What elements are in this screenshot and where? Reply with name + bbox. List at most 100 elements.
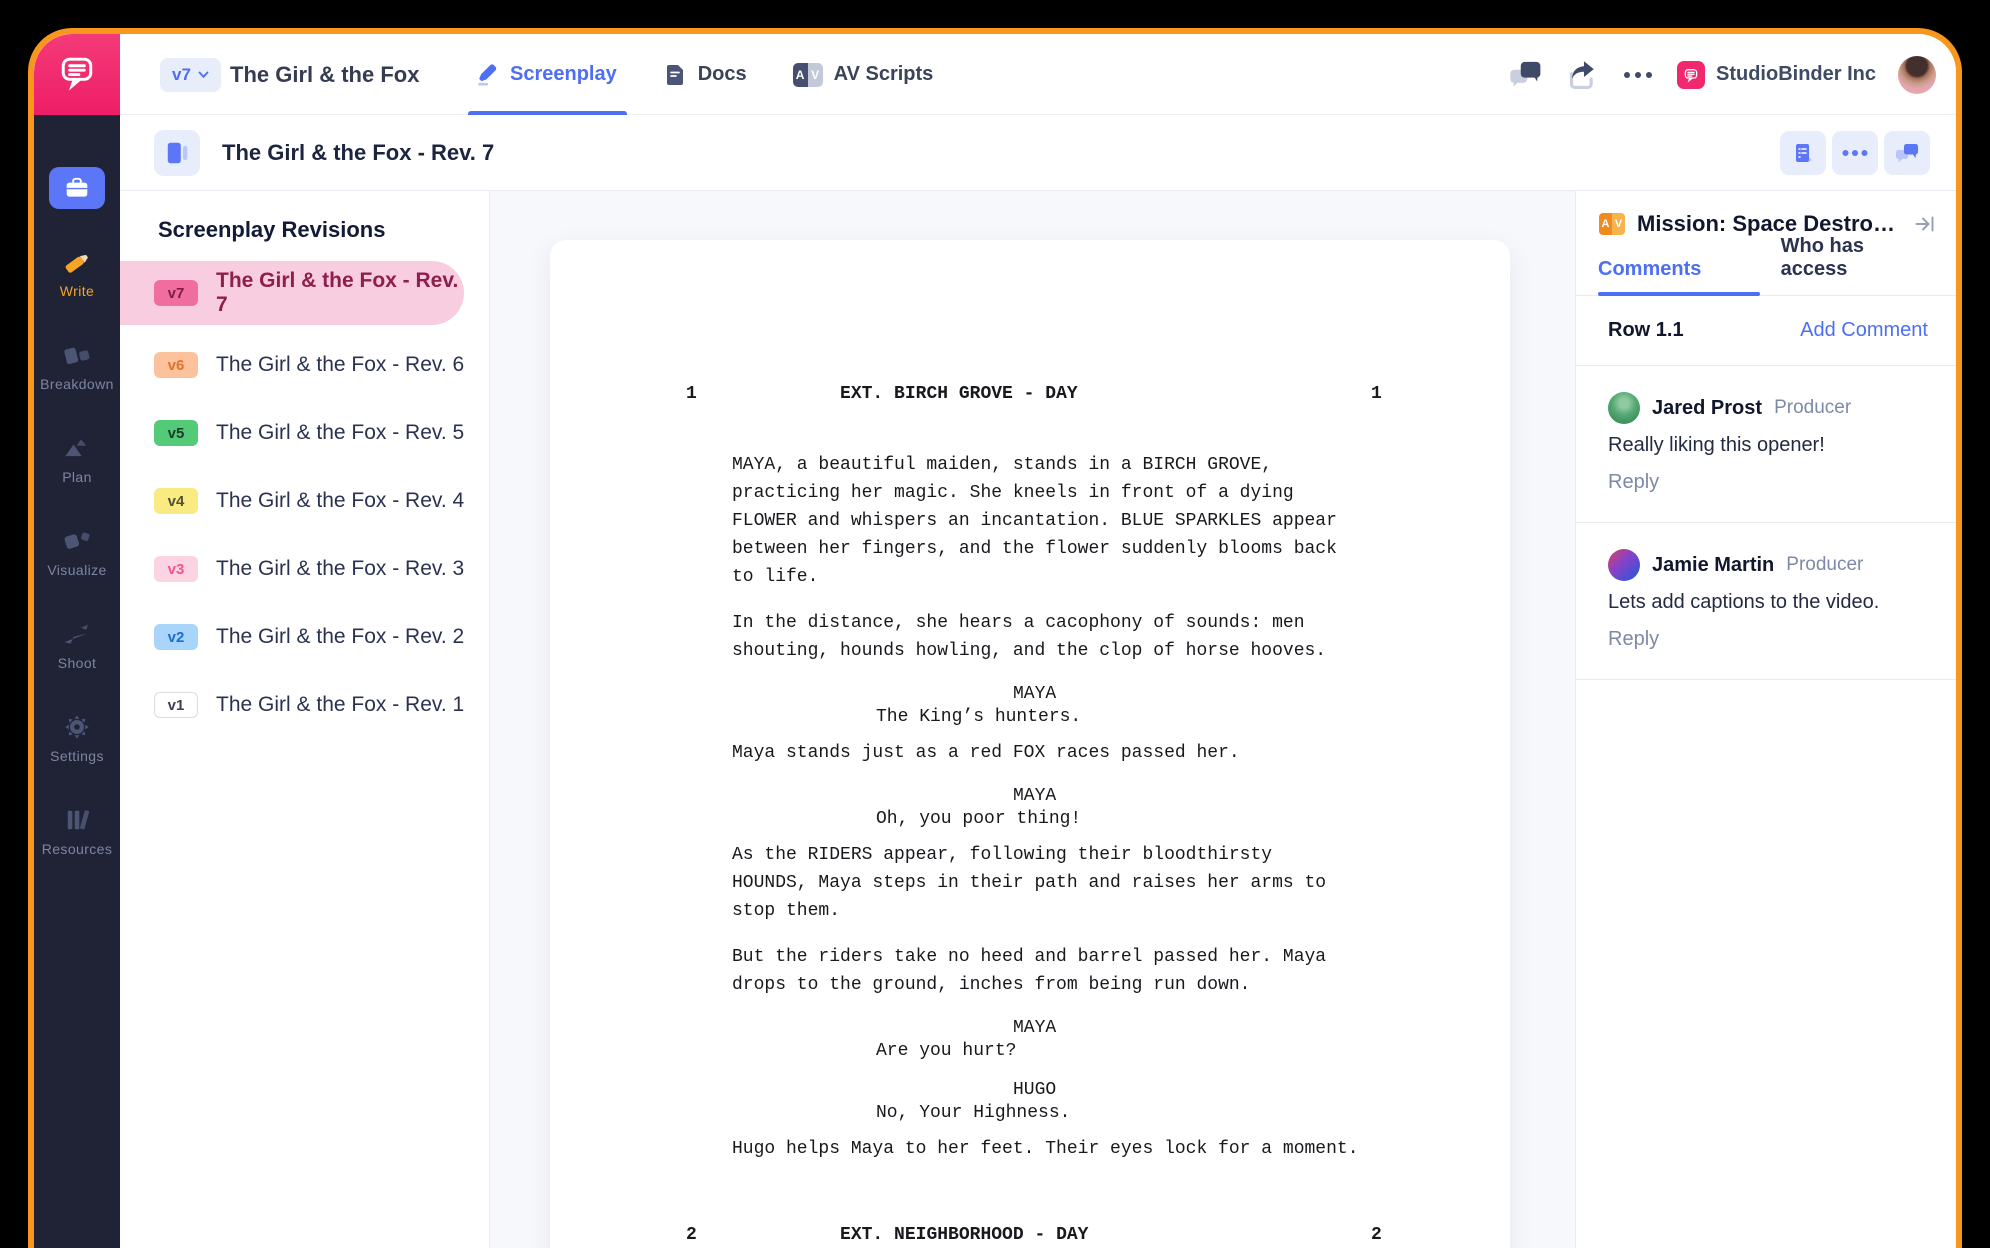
organization-switcher[interactable]: StudioBinder Inc bbox=[1677, 61, 1876, 89]
report-button[interactable] bbox=[1780, 131, 1826, 175]
version-dropdown-label: v7 bbox=[172, 65, 191, 85]
action-paragraph: As the RIDERS appear, following their bl… bbox=[732, 841, 1412, 925]
action-paragraph: But the riders take no heed and barrel p… bbox=[732, 943, 1412, 999]
revision-badge: v6 bbox=[154, 352, 198, 378]
chevron-down-icon bbox=[198, 71, 209, 79]
action-paragraph: MAYA, a beautiful maiden, stands in a BI… bbox=[732, 451, 1412, 591]
studiobinder-org-icon bbox=[1677, 61, 1705, 89]
sidebar-item-write[interactable]: Write bbox=[34, 227, 120, 320]
project-button[interactable] bbox=[49, 167, 105, 209]
sidebar-item-breakdown[interactable]: Breakdown bbox=[34, 320, 120, 413]
more-options-button[interactable] bbox=[1832, 131, 1878, 175]
app-window: v7 The Girl & the Fox Screenplay Docs bbox=[28, 28, 1962, 1248]
dialogue-block: HUGO No, Your Highness. bbox=[732, 1079, 1412, 1125]
briefcase-icon bbox=[64, 176, 90, 200]
scene-number-left: 1 bbox=[686, 380, 697, 408]
tab-screenplay[interactable]: Screenplay bbox=[474, 34, 617, 115]
revision-badge: v3 bbox=[154, 556, 198, 582]
revision-item-v2[interactable]: v2 The Girl & the Fox - Rev. 2 bbox=[120, 603, 489, 671]
revision-item-v4[interactable]: v4 The Girl & the Fox - Rev. 4 bbox=[120, 467, 489, 535]
document-toolbar: The Girl & the Fox - Rev. 7 bbox=[120, 115, 1956, 191]
sidebar-item-resources[interactable]: Resources bbox=[34, 785, 120, 878]
tab-who-has-access[interactable]: Who has access bbox=[1781, 235, 1934, 295]
document-type-icon bbox=[154, 130, 200, 176]
sidebar-item-plan[interactable]: Plan bbox=[34, 413, 120, 506]
shoot-plane-icon bbox=[62, 620, 92, 648]
revisions-list: v7 The Girl & the Fox - Rev. 7 v6 The Gi… bbox=[120, 261, 489, 739]
commenter-name: Jamie Martin bbox=[1652, 554, 1774, 577]
commenter-role: Producer bbox=[1774, 397, 1851, 419]
tab-docs[interactable]: Docs bbox=[663, 34, 747, 115]
comment-item: Jared Prost Producer Really liking this … bbox=[1576, 366, 1956, 523]
revisions-header: Screenplay Revisions bbox=[120, 191, 489, 259]
plan-mountain-icon bbox=[62, 434, 92, 462]
pencil-icon bbox=[474, 62, 499, 87]
dialogue-line: The King’s hunters. bbox=[876, 706, 1412, 729]
dialogue-line: Are you hurt? bbox=[876, 1040, 1412, 1063]
chat-bubbles-icon bbox=[1894, 141, 1920, 165]
visualize-shapes-icon bbox=[62, 527, 92, 555]
organization-name: StudioBinder Inc bbox=[1716, 63, 1876, 86]
sidebar-item-visualize[interactable]: Visualize bbox=[34, 506, 120, 599]
breakdown-tags-icon bbox=[62, 341, 92, 369]
scene-number-left: 2 bbox=[686, 1221, 697, 1248]
editor-area: 1EXT. BIRCH GROVE - DAY1 MAYA, a beautif… bbox=[490, 191, 1575, 1248]
sidebar-item-settings[interactable]: Settings bbox=[34, 692, 120, 785]
commenter-avatar bbox=[1608, 549, 1640, 581]
reply-link[interactable]: Reply bbox=[1608, 628, 1928, 651]
revision-badge: v7 bbox=[154, 280, 198, 306]
character-cue: HUGO bbox=[1013, 1079, 1412, 1102]
screenplay-page[interactable]: 1EXT. BIRCH GROVE - DAY1 MAYA, a beautif… bbox=[550, 240, 1510, 1248]
revision-item-v1[interactable]: v1 The Girl & the Fox - Rev. 1 bbox=[120, 671, 489, 739]
reply-link[interactable]: Reply bbox=[1608, 471, 1928, 494]
speech-bubble-logo-icon bbox=[55, 50, 99, 99]
resources-books-icon bbox=[62, 806, 92, 834]
dialogue-line: Oh, you poor thing! bbox=[876, 808, 1412, 831]
panel-tabs: Comments Who has access bbox=[1576, 250, 1956, 296]
av-icon: A V bbox=[793, 63, 823, 87]
revision-item-v3[interactable]: v3 The Girl & the Fox - Rev. 3 bbox=[120, 535, 489, 603]
version-dropdown[interactable]: v7 bbox=[160, 58, 221, 92]
document-title: The Girl & the Fox - Rev. 7 bbox=[222, 115, 494, 191]
character-cue: MAYA bbox=[1013, 785, 1412, 808]
action-paragraph: In the distance, she hears a cacophony o… bbox=[732, 609, 1412, 665]
more-icon[interactable] bbox=[1621, 58, 1655, 92]
tab-av-scripts[interactable]: A V AV Scripts bbox=[793, 34, 934, 115]
dialogue-block: MAYA Are you hurt? bbox=[732, 1017, 1412, 1063]
commenter-name: Jared Prost bbox=[1652, 397, 1762, 420]
more-icon bbox=[1842, 149, 1868, 157]
user-avatar[interactable] bbox=[1898, 56, 1936, 94]
collapse-panel-icon[interactable] bbox=[1914, 214, 1936, 234]
commenter-avatar bbox=[1608, 392, 1640, 424]
action-paragraph: Hugo helps Maya to her feet. Their eyes … bbox=[732, 1135, 1412, 1163]
character-cue: MAYA bbox=[1013, 683, 1412, 706]
comment-text: Really liking this opener! bbox=[1608, 434, 1928, 457]
row-reference: Row 1.1 Add Comment bbox=[1576, 296, 1956, 366]
revision-badge: v2 bbox=[154, 624, 198, 650]
sidebar-item-shoot[interactable]: Shoot bbox=[34, 599, 120, 692]
character-cue: MAYA bbox=[1013, 1017, 1412, 1040]
revision-item-v6[interactable]: v6 The Girl & the Fox - Rev. 6 bbox=[120, 331, 489, 399]
studiobinder-home-button[interactable] bbox=[34, 34, 120, 115]
commenter-role: Producer bbox=[1786, 554, 1863, 576]
scene-heading-2: 2EXT. NEIGHBORHOOD - DAY2 bbox=[732, 1193, 1412, 1248]
report-icon bbox=[1791, 141, 1815, 165]
dialogue-line: No, Your Highness. bbox=[876, 1102, 1412, 1125]
chat-button[interactable] bbox=[1884, 131, 1930, 175]
scene-number-right: 2 bbox=[1371, 1221, 1382, 1248]
add-comment-button[interactable]: Add Comment bbox=[1800, 319, 1928, 342]
revision-item-v5[interactable]: v5 The Girl & the Fox - Rev. 5 bbox=[120, 399, 489, 467]
revision-badge: v4 bbox=[154, 488, 198, 514]
comment-item: Jamie Martin Producer Lets add captions … bbox=[1576, 523, 1956, 680]
tab-comments[interactable]: Comments bbox=[1598, 258, 1758, 295]
write-marker-icon bbox=[62, 248, 92, 276]
revisions-panel: Screenplay Revisions v7 The Girl & the F… bbox=[120, 191, 490, 1248]
share-icon[interactable] bbox=[1565, 58, 1599, 92]
av-script-icon: AV bbox=[1599, 213, 1625, 235]
comments-icon[interactable] bbox=[1509, 58, 1543, 92]
comments-panel: AV Mission: Space Destro… Comments Who h… bbox=[1575, 191, 1956, 1248]
revision-item-v7[interactable]: v7 The Girl & the Fox - Rev. 7 bbox=[120, 261, 464, 325]
dialogue-block: MAYA The King’s hunters. bbox=[732, 683, 1412, 729]
project-title: The Girl & the Fox bbox=[230, 34, 419, 115]
document-icon bbox=[663, 63, 687, 87]
